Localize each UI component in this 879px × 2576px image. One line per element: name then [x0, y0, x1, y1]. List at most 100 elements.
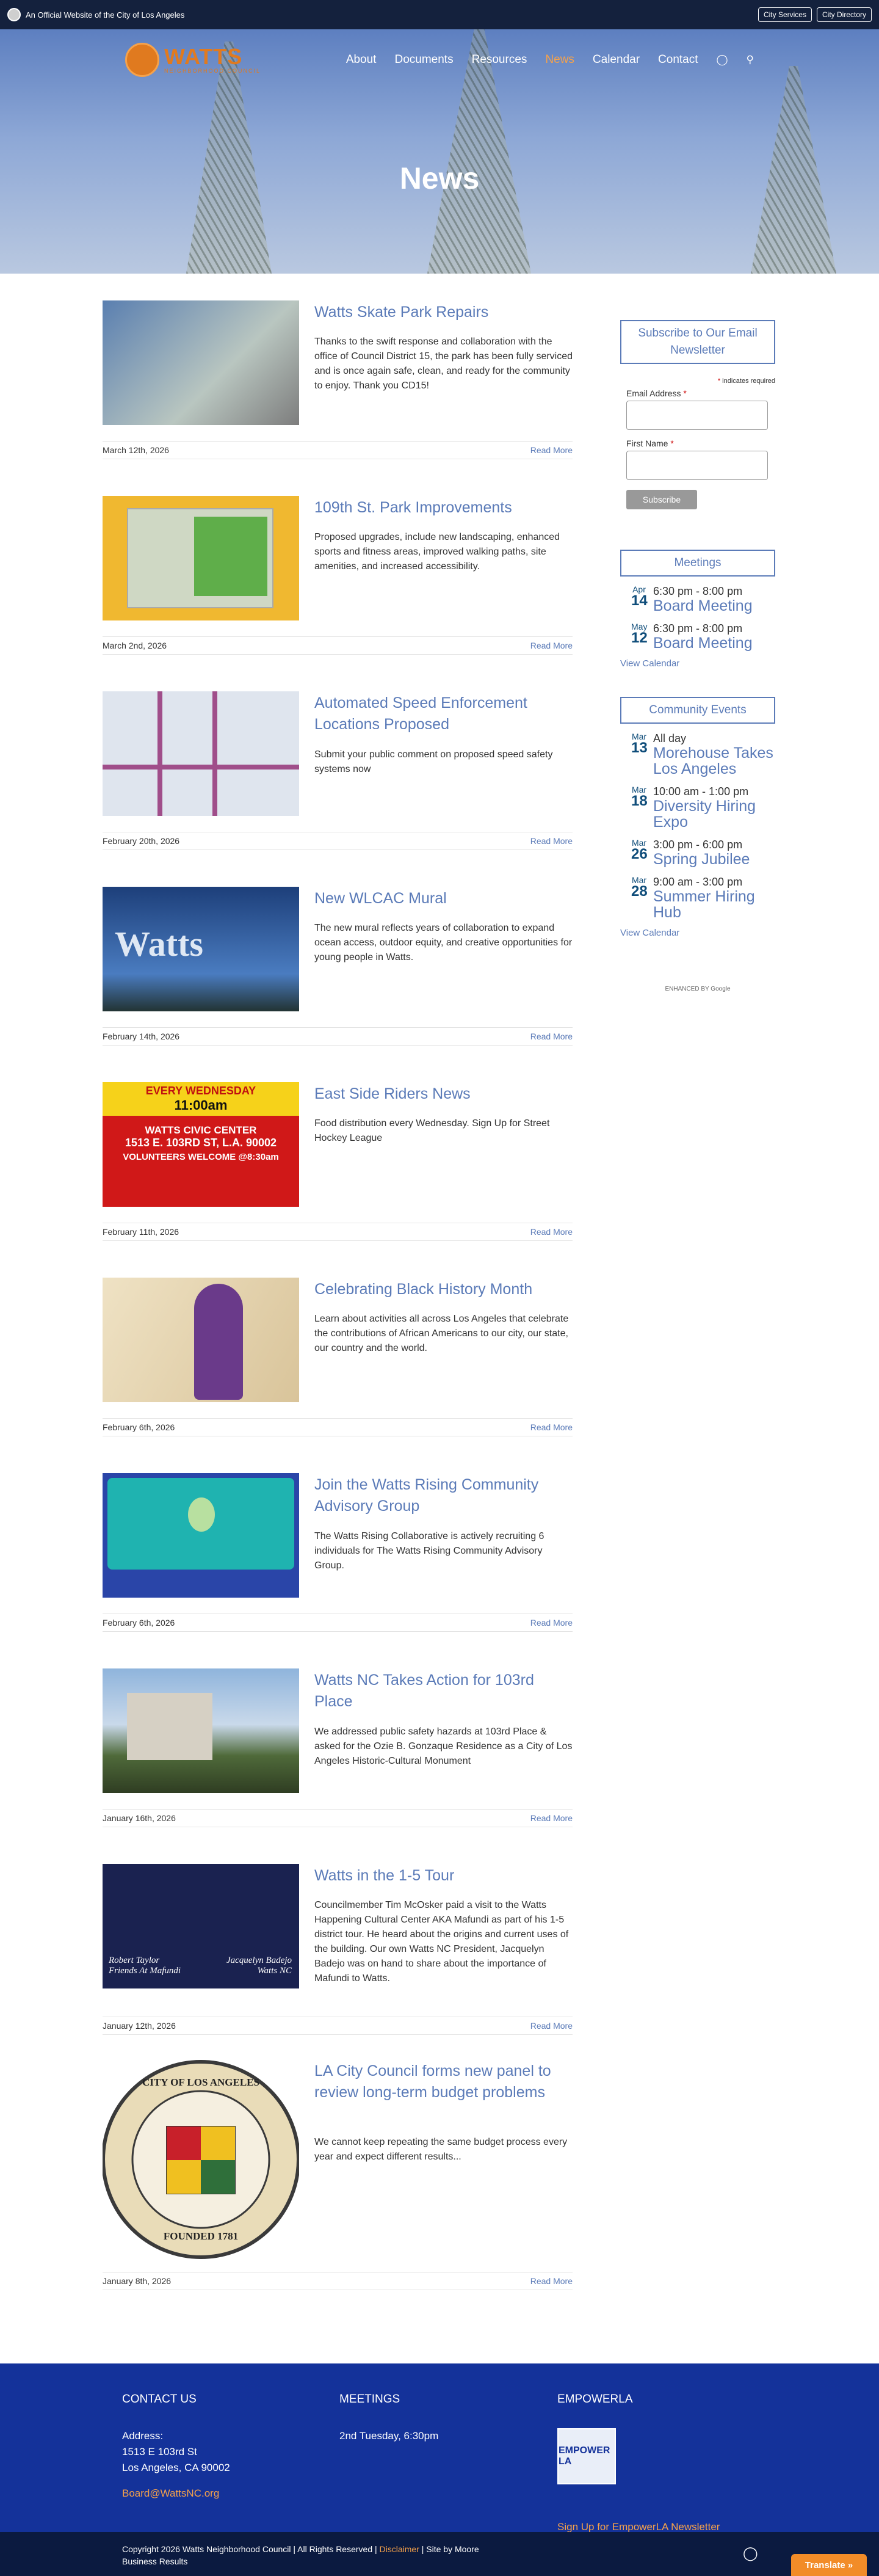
- post-excerpt: We addressed public safety hazards at 10…: [314, 1726, 573, 1766]
- post-excerpt: The Watts Rising Collaborative is active…: [314, 1531, 544, 1571]
- google-translate-badge: ENHANCED BY Google: [665, 986, 731, 992]
- read-more-link[interactable]: Read More: [530, 2276, 573, 2286]
- read-more-link[interactable]: Read More: [530, 1618, 573, 1628]
- post-title[interactable]: Join the Watts Rising Community Advisory…: [314, 1474, 559, 1517]
- empowerla-logo[interactable]: EMPOWER LA: [557, 2428, 616, 2484]
- post-meta: March 2nd, 2026 Read More: [103, 636, 573, 655]
- post-thumbnail[interactable]: [103, 1668, 299, 1793]
- first-name-field[interactable]: [626, 451, 768, 480]
- post-date: January 8th, 2026: [103, 2276, 172, 2286]
- meeting-event[interactable]: Apr 14 6:30 pm - 8:00 pm Board Meeting: [631, 585, 775, 614]
- post-thumbnail[interactable]: Watts: [103, 887, 299, 1011]
- post-thumbnail[interactable]: EVERY WEDNESDAY 11:00am WATTS CIVIC CENT…: [103, 1082, 299, 1207]
- subscribe-button[interactable]: Subscribe: [626, 490, 697, 509]
- sidebar: Subscribe to Our Email Newsletter * indi…: [620, 320, 775, 992]
- news-post: Join the Watts Rising Community Advisory…: [103, 1473, 573, 1668]
- nav-news[interactable]: News: [545, 53, 574, 67]
- flyer-volunteers: VOLUNTEERS WELCOME @8:30am: [123, 1152, 279, 1162]
- read-more-link[interactable]: Read More: [530, 445, 573, 455]
- required-note: * indicates required: [717, 377, 775, 385]
- post-title[interactable]: LA City Council forms new panel to revie…: [314, 2061, 559, 2103]
- post-thumbnail[interactable]: CITY OF LOS ANGELES FOUNDED 1781: [103, 2059, 299, 2260]
- footer-email-link[interactable]: Board@WattsNC.org: [122, 2486, 230, 2501]
- read-more-link[interactable]: Read More: [530, 1813, 573, 1823]
- read-more-link[interactable]: Read More: [530, 1422, 573, 1432]
- post-date: February 14th, 2026: [103, 1031, 180, 1041]
- empowerla-signup-link[interactable]: Sign Up for EmpowerLA Newsletter: [557, 2521, 720, 2533]
- site-logo[interactable]: WATTS NEIGHBORHOOD COUNCIL: [125, 43, 261, 77]
- community-event[interactable]: Mar 26 3:00 pm - 6:00 pm Spring Jubilee: [631, 839, 775, 867]
- flyer-time: 11:00am: [103, 1097, 299, 1116]
- nav-documents[interactable]: Documents: [394, 53, 453, 67]
- page-title: News: [399, 161, 480, 195]
- city-directory-button[interactable]: City Directory: [816, 7, 872, 22]
- seal-top-text: CITY OF LOS ANGELES: [142, 2076, 259, 2088]
- city-seal-icon: [7, 8, 21, 21]
- post-thumbnail[interactable]: [103, 691, 299, 816]
- logo-name: WATTS: [164, 44, 243, 69]
- la-city-seal: [103, 2060, 299, 2259]
- post-meta: February 11th, 2026 Read More: [103, 1223, 573, 1241]
- post-meta: February 20th, 2026 Read More: [103, 832, 573, 850]
- meeting-event[interactable]: May 12 6:30 pm - 8:00 pm Board Meeting: [631, 622, 775, 651]
- mural-text: Watts: [115, 924, 203, 964]
- post-meta: January 16th, 2026 Read More: [103, 1809, 573, 1827]
- post-title[interactable]: Watts NC Takes Action for 103rd Place: [314, 1670, 559, 1712]
- read-more-link[interactable]: Read More: [530, 2021, 573, 2031]
- read-more-link[interactable]: Read More: [530, 641, 573, 650]
- translate-button[interactable]: Translate »: [791, 2554, 867, 2576]
- instagram-icon[interactable]: ◯: [717, 54, 728, 66]
- post-title[interactable]: New WLCAC Mural: [314, 888, 559, 909]
- post-excerpt: Food distribution every Wednesday. Sign …: [314, 1118, 550, 1143]
- community-event[interactable]: Mar 13 All day Morehouse Takes Los Angeles: [631, 732, 775, 777]
- post-thumbnail[interactable]: [103, 1473, 299, 1598]
- main-nav: About Documents Resources News Calendar …: [346, 53, 754, 67]
- newsletter-title: Subscribe to Our Email Newsletter: [620, 320, 775, 364]
- post-title[interactable]: Watts Skate Park Repairs: [314, 302, 559, 323]
- main-header: WATTS NEIGHBORHOOD COUNCIL About Document…: [0, 29, 879, 90]
- nav-about[interactable]: About: [346, 53, 377, 67]
- search-icon[interactable]: ⚲: [747, 54, 754, 66]
- site-footer: CONTACT US Address: 1513 E 103rd St Los …: [0, 2363, 879, 2533]
- post-thumbnail[interactable]: [103, 496, 299, 620]
- flyer-address: 1513 E. 103RD ST, L.A. 90002: [125, 1137, 277, 1149]
- post-title[interactable]: Watts in the 1-5 Tour: [314, 1865, 559, 1887]
- tour-caption-left: Robert Taylor Friends At Mafundi: [109, 1956, 181, 1976]
- news-post: Watts NC Takes Action for 103rd Place We…: [103, 1668, 573, 1864]
- post-meta: January 8th, 2026 Read More: [103, 2272, 573, 2290]
- read-more-link[interactable]: Read More: [530, 1227, 573, 1237]
- post-title[interactable]: Celebrating Black History Month: [314, 1279, 559, 1300]
- post-meta: February 14th, 2026 Read More: [103, 1027, 573, 1046]
- post-excerpt: Learn about activities all across Los An…: [314, 1314, 569, 1353]
- seal-bottom-text: FOUNDED 1781: [163, 2230, 239, 2242]
- flyer-day: EVERY WEDNESDAY: [103, 1082, 299, 1097]
- view-calendar-link[interactable]: View Calendar: [620, 928, 775, 938]
- post-date: February 20th, 2026: [103, 836, 180, 846]
- post-excerpt: We cannot keep repeating the same budget…: [314, 2137, 568, 2162]
- post-title[interactable]: 109th St. Park Improvements: [314, 497, 559, 518]
- community-event[interactable]: Mar 28 9:00 am - 3:00 pm Summer Hiring Hub: [631, 876, 775, 920]
- news-post: CITY OF LOS ANGELES FOUNDED 1781 LA City…: [103, 2059, 573, 2328]
- copyright-bar: Copyright 2026 Watts Neighborhood Counci…: [0, 2532, 879, 2576]
- read-more-link[interactable]: Read More: [530, 836, 573, 846]
- view-calendar-link[interactable]: View Calendar: [620, 658, 775, 669]
- post-excerpt: Proposed upgrades, include new landscapi…: [314, 532, 560, 572]
- post-thumbnail[interactable]: Robert Taylor Friends At Mafundi Jacquel…: [103, 1864, 299, 1988]
- news-post: Celebrating Black History Month Learn ab…: [103, 1278, 573, 1473]
- footer-meetings-text: 2nd Tuesday, 6:30pm: [339, 2430, 439, 2442]
- city-services-button[interactable]: City Services: [758, 7, 812, 22]
- community-event[interactable]: Mar 18 10:00 am - 1:00 pm Diversity Hiring …: [631, 785, 775, 830]
- news-post: 109th St. Park Improvements Proposed upg…: [103, 496, 573, 691]
- post-title[interactable]: East Side Riders News: [314, 1083, 559, 1105]
- nav-calendar[interactable]: Calendar: [593, 53, 640, 67]
- post-thumbnail[interactable]: [103, 1278, 299, 1402]
- disclaimer-link[interactable]: Disclaimer: [380, 2544, 419, 2554]
- read-more-link[interactable]: Read More: [530, 1031, 573, 1041]
- post-title[interactable]: Automated Speed Enforcement Locations Pr…: [314, 693, 559, 735]
- nav-contact[interactable]: Contact: [658, 53, 698, 67]
- email-field[interactable]: [626, 401, 768, 430]
- nav-resources[interactable]: Resources: [472, 53, 527, 67]
- official-site-bar: An Official Website of the City of Los A…: [0, 0, 879, 29]
- post-thumbnail[interactable]: [103, 300, 299, 425]
- instagram-icon[interactable]: ◯: [743, 2545, 758, 2561]
